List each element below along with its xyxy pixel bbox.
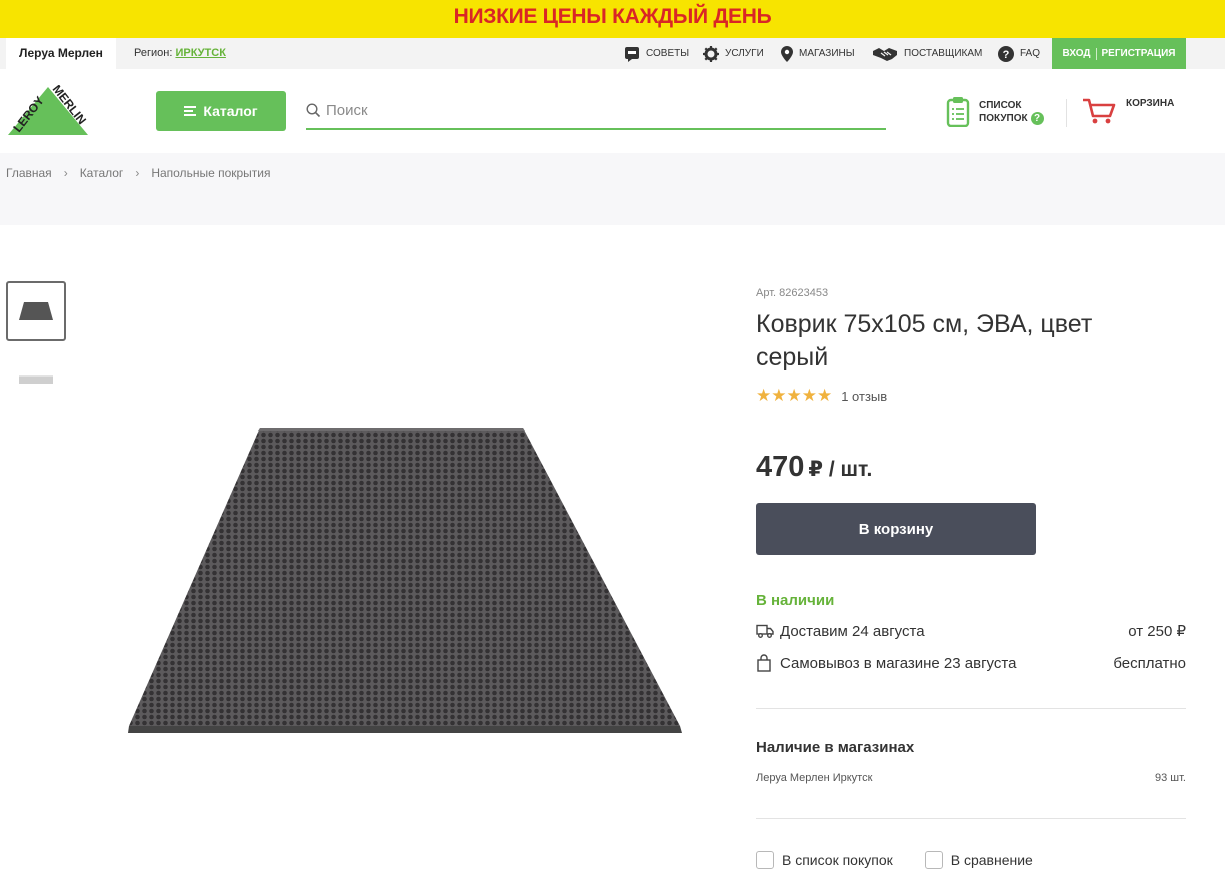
price: 470 ₽ / шт. bbox=[756, 451, 872, 484]
leroy-merlin-logo[interactable]: LEROY MERLIN bbox=[6, 85, 90, 137]
gear-icon bbox=[703, 45, 719, 62]
delivery-row: Доставим 24 августа от 250 ₽ bbox=[756, 622, 1186, 640]
article-number: Арт. 82623453 bbox=[756, 287, 829, 299]
product-image bbox=[128, 428, 682, 733]
region-label: Регион: bbox=[134, 47, 173, 59]
cart-label: КОРЗИНА bbox=[1126, 98, 1175, 109]
nav-faq[interactable]: ? FAQ bbox=[998, 38, 1040, 69]
chevron-right-icon: › bbox=[135, 166, 140, 180]
price-value: 470 bbox=[756, 451, 805, 483]
clipboard-icon bbox=[946, 97, 970, 127]
shopping-list-line1: СПИСОК bbox=[979, 99, 1022, 111]
rating[interactable]: ★★★★★ 1 отзыв bbox=[756, 386, 887, 406]
stock-status: В наличии bbox=[756, 592, 835, 609]
promo-banner[interactable]: НИЗКИЕ ЦЕНЫ КАЖДЫЙ ДЕНЬ bbox=[0, 0, 1225, 38]
divider bbox=[756, 708, 1186, 709]
header-divider bbox=[1066, 99, 1067, 127]
chevron-right-icon: › bbox=[63, 166, 68, 180]
nav-stores[interactable]: МАГАЗИНЫ bbox=[781, 38, 855, 69]
delivery-price: от 250 ₽ bbox=[1128, 623, 1186, 640]
add-to-list-label: В список покупок bbox=[782, 852, 893, 868]
catalog-button[interactable]: Каталог bbox=[156, 91, 286, 131]
main-header: LEROY MERLIN Каталог СПИСОК ПОКУПОК? КОР… bbox=[0, 69, 1225, 153]
pickup-label: Самовывоз в магазине 23 августа bbox=[780, 654, 1017, 672]
product-thumbnail-1[interactable] bbox=[6, 281, 66, 341]
nav-tips[interactable]: СОВЕТЫ bbox=[624, 38, 689, 69]
review-count[interactable]: 1 отзыв bbox=[841, 389, 887, 404]
mat-thumbnail-image bbox=[19, 302, 53, 320]
nav-suppliers-label: ПОСТАВЩИКАМ bbox=[904, 48, 983, 59]
breadcrumb-catalog[interactable]: Каталог bbox=[80, 166, 124, 180]
truck-icon bbox=[756, 624, 774, 638]
product-thumbnail-2[interactable] bbox=[6, 349, 66, 409]
chat-icon bbox=[625, 46, 639, 62]
cart-icon bbox=[1083, 98, 1116, 124]
nav-stores-label: МАГАЗИНЫ bbox=[799, 48, 855, 59]
product-actions: В список покупок В сравнение bbox=[756, 851, 1065, 869]
search-icon[interactable] bbox=[306, 103, 321, 118]
shopping-list-line2-text: ПОКУПОК bbox=[979, 113, 1028, 125]
store-tab[interactable]: Леруа Мерлен bbox=[6, 38, 116, 69]
rating-stars: ★★★★★ bbox=[756, 386, 833, 405]
auth-divider bbox=[1095, 47, 1097, 60]
checkbox-box[interactable] bbox=[756, 851, 774, 869]
nav-tips-label: СОВЕТЫ bbox=[646, 48, 690, 59]
shopping-list-line2: ПОКУПОК? bbox=[979, 111, 1044, 125]
shopping-list-label: СПИСОК ПОКУПОК? bbox=[979, 99, 1044, 125]
shopping-list-link[interactable]: СПИСОК ПОКУПОК? bbox=[946, 97, 1044, 127]
pickup-row: Самовывоз в магазине 23 августа бесплатн… bbox=[756, 654, 1186, 672]
divider bbox=[756, 818, 1186, 819]
register-link[interactable]: РЕГИСТРАЦИЯ bbox=[1102, 48, 1176, 59]
store-availability-heading: Наличие в магазинах bbox=[756, 739, 915, 756]
mat-side-thumbnail-image bbox=[19, 375, 53, 384]
handshake-icon bbox=[873, 47, 897, 61]
search-bar bbox=[306, 94, 886, 130]
map-pin-icon bbox=[781, 45, 793, 62]
nav-services[interactable]: УСЛУГИ bbox=[703, 38, 764, 69]
region-selector: Регион: ИРКУТСК bbox=[134, 38, 226, 69]
nav-services-label: УСЛУГИ bbox=[725, 48, 764, 59]
shopping-bag-icon bbox=[756, 654, 774, 672]
region-link[interactable]: ИРКУТСК bbox=[175, 47, 225, 59]
breadcrumb-current[interactable]: Напольные покрытия bbox=[151, 166, 270, 180]
add-to-list-checkbox[interactable]: В список покупок bbox=[756, 851, 893, 869]
auth-block: ВХОД РЕГИСТРАЦИЯ bbox=[1052, 38, 1186, 69]
nav-faq-label: FAQ bbox=[1020, 48, 1041, 59]
store-availability-row[interactable]: Леруа Мерлен Иркутск 93 шт. bbox=[756, 772, 1186, 784]
cart-link[interactable]: КОРЗИНА bbox=[1082, 97, 1174, 125]
menu-icon bbox=[184, 104, 197, 118]
product-title: Коврик 75x105 см, ЭВА, цвет серый bbox=[756, 310, 1093, 371]
nav-suppliers[interactable]: ПОСТАВЩИКАМ bbox=[872, 38, 982, 69]
breadcrumb: Главная › Каталог › Напольные покрытия bbox=[0, 153, 1225, 225]
add-to-cart-button[interactable]: В корзину bbox=[756, 503, 1036, 555]
delivery-label: Доставим 24 августа bbox=[780, 622, 925, 640]
compare-label: В сравнение bbox=[950, 852, 1033, 868]
store-name: Леруа Мерлен Иркутск bbox=[756, 772, 873, 784]
compare-checkbox[interactable]: В сравнение bbox=[924, 851, 1033, 869]
store-quantity: 93 шт. bbox=[1155, 772, 1186, 784]
breadcrumb-home[interactable]: Главная bbox=[6, 166, 52, 180]
catalog-button-label: Каталог bbox=[203, 103, 258, 119]
price-unit: ₽ / шт. bbox=[808, 458, 873, 481]
login-link[interactable]: ВХОД bbox=[1062, 48, 1090, 59]
search-input[interactable] bbox=[306, 94, 886, 126]
checkbox-box[interactable] bbox=[924, 851, 943, 869]
top-utility-bar: Леруа Мерлен Регион: ИРКУТСК СОВЕТЫ УСЛУ… bbox=[0, 38, 1225, 69]
help-icon[interactable]: ? bbox=[1030, 111, 1044, 125]
svg-text:?: ? bbox=[1003, 49, 1010, 61]
pickup-price: бесплатно bbox=[1113, 654, 1186, 672]
question-icon: ? bbox=[998, 45, 1014, 62]
